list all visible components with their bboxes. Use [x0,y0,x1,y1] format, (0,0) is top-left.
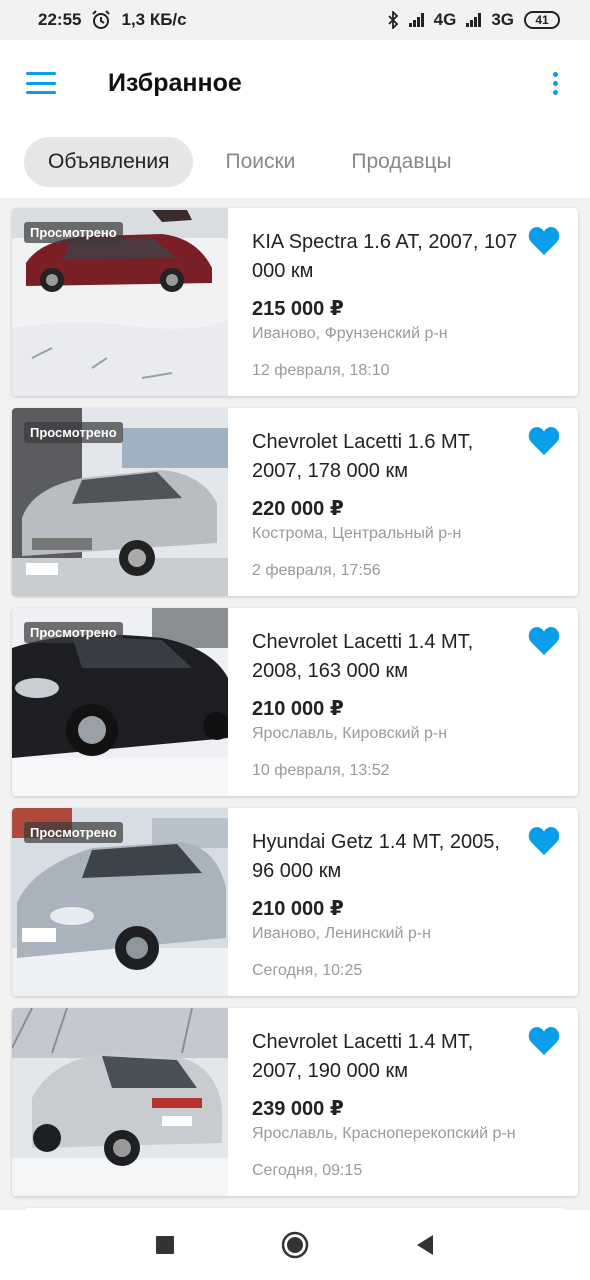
home-button[interactable] [277,1227,313,1263]
tab-listings[interactable]: Объявления [24,137,194,187]
back-button[interactable] [407,1227,443,1263]
favorite-heart-icon[interactable] [528,226,560,256]
square-icon [156,1236,174,1254]
listing-info: Hyundai Getz 1.4 MT, 2005, 96 000 км 210… [228,808,578,996]
hamburger-icon[interactable] [26,72,56,94]
listing-info: Chevrolet Lacetti 1.6 MT, 2007, 178 000 … [228,408,578,596]
listing-location: Иваново, Ленинский р-н [252,925,431,942]
signal-icon-2 [466,13,482,27]
listing-title[interactable]: KIA Spectra 1.6 AT, 2007, 107 000 км [252,228,560,286]
listing-date: Сегодня, 09:15 [252,1162,363,1179]
listing-card[interactable]: Просмотрено KIA Spectra 1.6 AT, 2007, 10… [12,208,578,396]
listing-info: KIA Spectra 1.6 AT, 2007, 107 000 км 215… [228,208,578,396]
listing-title[interactable]: Chevrolet Lacetti 1.4 MT, 2007, 190 000 … [252,1028,560,1086]
favorites-list: Просмотрено KIA Spectra 1.6 AT, 2007, 10… [0,198,590,1238]
status-bar: 22:55 1,3 КБ/с 4G 3G 41 [0,0,590,40]
listing-title[interactable]: Chevrolet Lacetti 1.4 MT, 2008, 163 000 … [252,628,560,686]
listing-info: Chevrolet Lacetti 1.4 MT, 2007, 190 000 … [228,1008,578,1196]
viewed-badge: Просмотрено [24,822,123,843]
favorite-heart-icon[interactable] [528,626,560,656]
listing-card[interactable]: Просмотрено Chevrolet Lacetti 1.6 MT, 20… [12,408,578,596]
listing-price: 210 000 ₽ [252,898,344,920]
alarm-icon [92,10,111,29]
tab-bar: Объявления Поиски Продавцы [0,126,590,198]
bluetooth-icon [387,11,398,29]
listing-date: 2 февраля, 17:56 [252,562,381,579]
battery-indicator: 41 [524,11,560,29]
listing-card[interactable]: Просмотрено Chevrolet Lacetti 1.4 MT, 20… [12,608,578,796]
favorite-heart-icon[interactable] [528,826,560,856]
viewed-badge: Просмотрено [24,422,123,443]
favorite-heart-icon[interactable] [528,426,560,456]
listing-photo[interactable]: Просмотрено [12,808,228,996]
listing-photo[interactable]: Просмотрено [12,608,228,796]
listing-location: Иваново, Фрунзенский р-н [252,325,448,342]
listing-photo[interactable]: Просмотрено [12,208,228,396]
page-title: Избранное [108,68,242,97]
listing-date: 10 февраля, 13:52 [252,762,390,779]
recents-button[interactable] [147,1227,183,1263]
network-speed: 1,3 КБ/с [121,10,187,29]
listing-location: Ярославль, Красноперекопский р-н [252,1125,516,1142]
listing-price: 220 000 ₽ [252,498,344,520]
listing-card[interactable]: Просмотрено Hyundai Getz 1.4 MT, 2005, 9… [12,808,578,996]
listing-location: Кострома, Центральный р-н [252,525,462,542]
system-nav-bar [0,1210,590,1280]
app-bar: Избранное [0,40,590,126]
listing-title[interactable]: Chevrolet Lacetti 1.6 MT, 2007, 178 000 … [252,428,560,486]
listing-price: 239 000 ₽ [252,1098,344,1120]
listing-date: 12 февраля, 18:10 [252,362,390,379]
listing-card[interactable]: Chevrolet Lacetti 1.4 MT, 2007, 190 000 … [12,1008,578,1196]
listing-location: Ярославль, Кировский р-н [252,725,448,742]
listing-photo[interactable] [12,1008,228,1196]
kebab-icon[interactable] [547,68,564,99]
tab-sellers[interactable]: Продавцы [327,137,475,187]
viewed-badge: Просмотрено [24,622,123,643]
signal-icon [408,13,424,27]
network-type-1: 4G [433,10,457,29]
listing-price: 210 000 ₽ [252,698,344,720]
status-time: 22:55 [38,10,82,29]
listing-date: Сегодня, 10:25 [252,962,363,979]
listing-info: Chevrolet Lacetti 1.4 MT, 2008, 163 000 … [228,608,578,796]
network-type-2: 3G [491,10,514,29]
favorite-heart-icon[interactable] [528,1026,560,1056]
tab-searches[interactable]: Поиски [201,137,319,187]
listing-photo[interactable]: Просмотрено [12,408,228,596]
listing-title[interactable]: Hyundai Getz 1.4 MT, 2005, 96 000 км [252,828,560,886]
car-photo-image [12,1008,228,1196]
circle-icon [281,1231,309,1259]
viewed-badge: Просмотрено [24,222,123,243]
listing-price: 215 000 ₽ [252,298,344,320]
triangle-back-icon [417,1235,433,1255]
